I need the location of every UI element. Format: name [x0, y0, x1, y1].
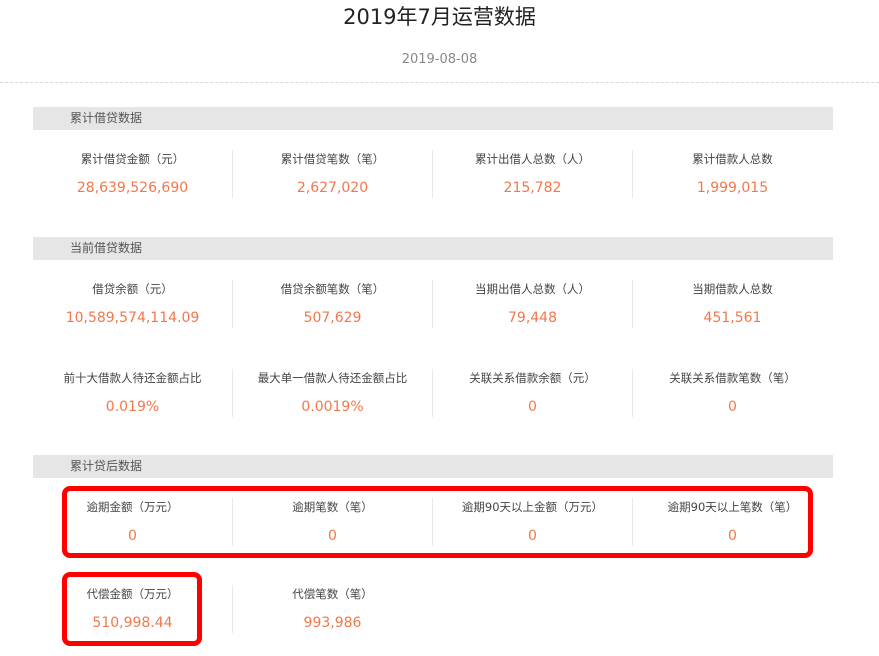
- stat-overdue-amount: 逾期金额（万元） 0: [33, 498, 232, 546]
- stat-label: 逾期金额（万元）: [86, 500, 179, 514]
- stat-cumulative-count: 累计借贷笔数（笔） 2,627,020: [232, 150, 432, 198]
- stat-label: 逾期90天以上笔数（笔）: [667, 500, 798, 514]
- stat-value: 507,629: [303, 310, 362, 326]
- stats-row: 逾期金额（万元） 0 逾期笔数（笔） 0 逾期90天以上金额（万元） 0 逾期9…: [33, 498, 833, 546]
- section-header: 累计贷后数据: [33, 455, 833, 478]
- stat-value: 79,448: [508, 310, 557, 326]
- stats-row: 代偿金额（万元） 510,998.44 代偿笔数（笔） 993,986: [33, 585, 833, 633]
- stat-value: 0: [328, 528, 337, 544]
- stat-value: 0: [128, 528, 137, 544]
- stat-balance-count: 借贷余额笔数（笔） 507,629: [232, 280, 432, 328]
- stat-loan-balance: 借贷余额（元） 10,589,574,114.09: [33, 280, 232, 328]
- stat-value: 993,986: [303, 615, 362, 631]
- top-divider: [0, 82, 879, 83]
- page-date: 2019-08-08: [401, 52, 478, 67]
- stat-max-single-ratio: 最大单一借款人待还金额占比 0.0019%: [232, 369, 432, 417]
- section-header: 累计借贷数据: [33, 107, 833, 130]
- stat-label: 累计借贷金额（元）: [80, 152, 185, 166]
- section-header: 当前借贷数据: [33, 237, 833, 260]
- stat-value: 451,561: [703, 310, 762, 326]
- stat-value: 1,999,015: [696, 180, 769, 196]
- stat-overdue90-amount: 逾期90天以上金额（万元） 0: [432, 498, 632, 546]
- stat-value: 510,998.44: [92, 615, 173, 631]
- stat-value: 0: [528, 399, 537, 415]
- stat-value: 215,782: [503, 180, 562, 196]
- stat-label: 前十大借款人待还金额占比: [63, 371, 202, 385]
- stat-cumulative-amount: 累计借贷金额（元） 28,639,526,690: [33, 150, 232, 198]
- stat-value: 10,589,574,114.09: [65, 310, 200, 326]
- stat-cumulative-lenders: 累计出借人总数（人） 215,782: [432, 150, 632, 198]
- stat-value: 0: [728, 399, 737, 415]
- stat-value: 0: [728, 528, 737, 544]
- stat-current-borrowers: 当期借款人总数 451,561: [632, 280, 832, 328]
- stat-value: 0: [528, 528, 537, 544]
- stat-label: 当期借款人总数: [692, 282, 773, 296]
- stat-value: 0.019%: [105, 399, 160, 415]
- stat-label: 累计借款人总数: [692, 152, 773, 166]
- stat-compensation-amount: 代偿金额（万元） 510,998.44: [33, 585, 232, 633]
- stat-related-count: 关联关系借款笔数（笔） 0: [632, 369, 832, 417]
- stat-label: 关联关系借款余额（元）: [469, 371, 596, 385]
- stat-label: 代偿笔数（笔）: [292, 587, 373, 601]
- section-current-lending: 当前借贷数据 借贷余额（元） 10,589,574,114.09 借贷余额笔数（…: [33, 237, 833, 422]
- stat-label: 代偿金额（万元）: [86, 587, 179, 601]
- stat-label: 逾期90天以上金额（万元）: [461, 500, 604, 514]
- stat-label: 逾期笔数（笔）: [292, 500, 373, 514]
- stat-label: 关联关系借款笔数（笔）: [669, 371, 796, 385]
- stat-label: 借贷余额（元）: [92, 282, 173, 296]
- stat-value: 28,639,526,690: [76, 180, 189, 196]
- stat-label: 借贷余额笔数（笔）: [280, 282, 385, 296]
- stat-label: 最大单一借款人待还金额占比: [257, 371, 408, 385]
- stat-value: 0.0019%: [301, 399, 364, 415]
- stat-value: 2,627,020: [296, 180, 369, 196]
- section-post-loan: 累计贷后数据 逾期金额（万元） 0 逾期笔数（笔） 0 逾期90天以上金额（万元…: [33, 455, 833, 645]
- stat-related-balance: 关联关系借款余额（元） 0: [432, 369, 632, 417]
- stat-label: 累计出借人总数（人）: [475, 152, 590, 166]
- section-cumulative-lending: 累计借贷数据 累计借贷金额（元） 28,639,526,690 累计借贷笔数（笔…: [33, 107, 833, 207]
- stats-row: 借贷余额（元） 10,589,574,114.09 借贷余额笔数（笔） 507,…: [33, 280, 833, 328]
- stat-label: 累计借贷笔数（笔）: [280, 152, 385, 166]
- stat-label: 当期出借人总数（人）: [475, 282, 590, 296]
- stats-row: 累计借贷金额（元） 28,639,526,690 累计借贷笔数（笔） 2,627…: [33, 150, 833, 198]
- stats-row: 前十大借款人待还金额占比 0.019% 最大单一借款人待还金额占比 0.0019…: [33, 369, 833, 417]
- stat-cumulative-borrowers: 累计借款人总数 1,999,015: [632, 150, 832, 198]
- stat-compensation-count: 代偿笔数（笔） 993,986: [232, 585, 432, 633]
- stat-top10-ratio: 前十大借款人待还金额占比 0.019%: [33, 369, 232, 417]
- page-title: 2019年7月运营数据: [343, 5, 536, 29]
- stat-overdue-count: 逾期笔数（笔） 0: [232, 498, 432, 546]
- stat-current-lenders: 当期出借人总数（人） 79,448: [432, 280, 632, 328]
- stat-overdue90-count: 逾期90天以上笔数（笔） 0: [632, 498, 832, 546]
